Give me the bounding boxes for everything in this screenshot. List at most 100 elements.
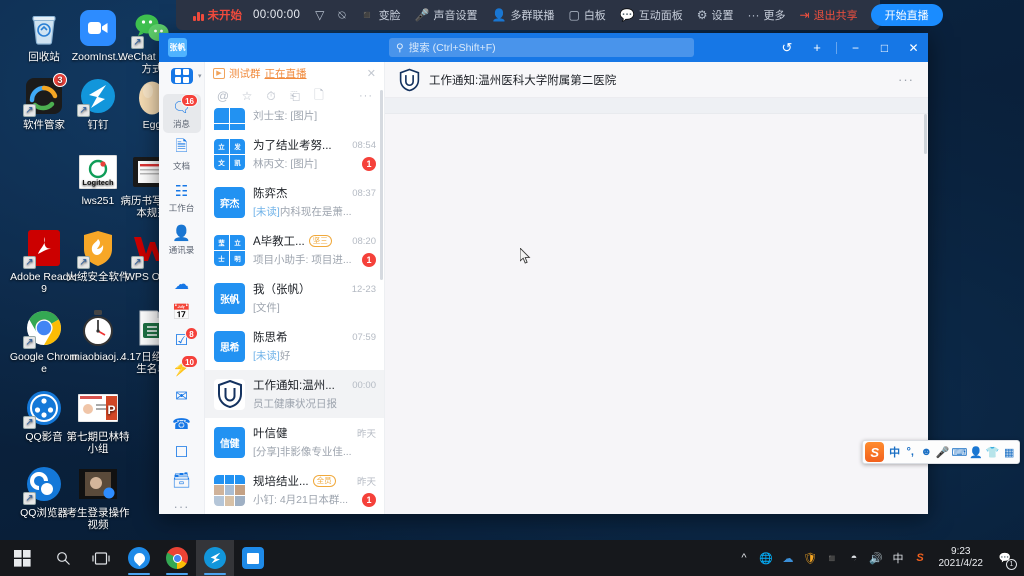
chat-list-item[interactable]: 刘士宝: [图片] [205, 108, 384, 130]
maximize-button[interactable]: □ [870, 33, 899, 62]
rail-app-ding[interactable]: ⚡ 10 [163, 355, 201, 380]
history-icon[interactable]: ↺ [772, 33, 802, 62]
chat-timestamp: 07:59 [352, 331, 376, 343]
plus-icon[interactable]: + [802, 33, 832, 62]
rail-app-calendar[interactable]: 📅 [163, 299, 201, 324]
tray-chevron-icon[interactable]: ^ [737, 551, 752, 566]
chat-item-content: 我（张帆） 12-23 [文件] [253, 281, 376, 315]
camera-icon[interactable]: ◾ [825, 551, 840, 566]
minimize-button[interactable]: − [841, 33, 870, 62]
live-banner-close-icon[interactable]: ✕ [367, 67, 376, 80]
toolbar-broadcast-button[interactable]: 👤 多群联播 [485, 3, 562, 27]
chat-list-scrollbar[interactable] [380, 90, 383, 280]
ime-indicator[interactable]: 中 [891, 551, 906, 566]
toolbar-wifi-button[interactable]: ▽ [308, 3, 331, 27]
huorong-icon[interactable]: 🛡 [803, 551, 818, 566]
rail-app-cloud[interactable]: ☁ [163, 271, 201, 296]
windows-taskbar: ^ 🌐 ☁ 🛡 ◾ ◓ 🔊 中 S 9:23 2021/4/22 💬 1 [0, 540, 1024, 576]
chat-list-item[interactable]: 弈杰 陈弈杰 08:37 [未读]内科现在是萧... [205, 178, 384, 226]
sidebar-item-workbench[interactable]: ☷ 工作台 [163, 178, 201, 217]
task-view-button[interactable] [82, 540, 120, 576]
taskbar-app-qq-browser[interactable] [120, 540, 158, 576]
shortcut-arrow-icon: ↗ [23, 336, 36, 349]
toolbar-record-button[interactable]: ⍉ [331, 3, 352, 27]
chat-list-item[interactable]: 立发文凯为了结业考努... 08:54 林丙文: [图片] 1 [205, 130, 384, 178]
chat-list-item[interactable]: 信健 叶信健 昨天 [分享]非影像专业佳... [205, 418, 384, 466]
toolbar-more-label: 更多 [763, 10, 786, 22]
chat-list-item[interactable]: 思希 陈思希 07:59 [未读]好 [205, 322, 384, 370]
approval-icon: ☐ [174, 444, 189, 461]
message-area[interactable] [385, 114, 928, 514]
sidebar-item-documents[interactable]: 🗎 文档 [163, 136, 201, 175]
user-avatar[interactable]: 张帆 [168, 38, 187, 57]
toolbox-icon[interactable]: ▦ [1001, 443, 1017, 461]
message-scrollbar[interactable] [924, 114, 927, 154]
taskbar-app-dingtalk[interactable] [196, 540, 234, 576]
chinese-mode-icon[interactable]: 中 [887, 443, 902, 461]
phone-filter-icon[interactable]: ⎗ [283, 86, 307, 106]
message-icon: 🗨 16 [172, 93, 198, 116]
chat-list-scroll-area[interactable]: 刘士宝: [图片] 立发文凯为了结业考努... 08:54 林丙文: [图片] 1 弈杰陈… [205, 108, 384, 514]
punctuation-icon[interactable]: °, [903, 443, 918, 461]
at-mention-icon[interactable]: @ [211, 86, 235, 106]
grid-logo-icon[interactable] [170, 68, 202, 84]
taskbar-app-chrome[interactable] [158, 540, 196, 576]
taskbar-search-button[interactable] [44, 540, 82, 576]
close-button[interactable]: ✕ [899, 33, 928, 62]
unread-count-badge: 1 [362, 156, 376, 171]
toolbar-interactive-panel-button[interactable]: 💬 互动面板 [613, 3, 690, 27]
emoji-icon[interactable]: ☻ [919, 443, 935, 461]
notification-center-button[interactable]: 💬 1 [994, 546, 1017, 570]
sidebar-item-contacts[interactable]: 👤 通讯录 [163, 220, 201, 259]
toolbar-camera-label: 变脸 [378, 10, 401, 22]
rail-more-icon[interactable]: ··· [174, 499, 190, 514]
rail-app-drive[interactable]: 🗃 [163, 467, 201, 492]
ding-icon: ⚡ 10 [172, 355, 198, 377]
chat-list-item[interactable]: 张帆 我（张帆） 12-23 [文件] [205, 274, 384, 322]
camera-icon: ◾ [359, 8, 375, 22]
volume-icon[interactable]: 🔊 [869, 551, 884, 566]
network-icon[interactable]: ◓ [847, 551, 862, 566]
rail-app-phone[interactable]: ☎ [163, 411, 201, 436]
clock-icon[interactable]: ⏱ [259, 86, 283, 106]
chat-list-item[interactable]: 规培结业... 全员 昨天 小钉: 4月21日本群... 1 [205, 466, 384, 514]
start-button[interactable] [0, 540, 44, 576]
exit-share-button[interactable]: ⇥ 退出共享 [793, 3, 865, 27]
workbench-icon: ☷ [174, 182, 189, 200]
rail-app-approval[interactable]: ☐ [163, 439, 201, 464]
sogou-logo-icon[interactable]: S [865, 442, 885, 462]
rail-app-checklist[interactable]: ☑ 8 [163, 327, 201, 352]
more-filter-icon[interactable]: ··· [354, 86, 378, 106]
user-icon[interactable]: 👤 [968, 443, 984, 461]
taskbar-clock[interactable]: 9:23 2021/4/22 [935, 546, 988, 570]
search-input[interactable] [408, 41, 687, 54]
ie-icon[interactable]: 🌐 [759, 551, 774, 566]
toolbar-more-button[interactable]: ··· 更多 [741, 3, 793, 27]
skin-icon[interactable]: 👕 [985, 443, 1001, 461]
toolbar-audio-button[interactable]: 🎤 声音设置 [408, 3, 485, 27]
toolbar-settings-button[interactable]: ⚙ 设置 [690, 3, 741, 27]
toolbar-camera-button[interactable]: ◾ 变脸 [353, 3, 408, 27]
desktop-icon-ppt[interactable]: P 第七期巴林特小组 [62, 388, 134, 455]
sidebar-label-contacts: 通讯录 [168, 244, 195, 255]
soft-keyboard-icon[interactable]: ⌨ [952, 443, 968, 461]
toolbar-whiteboard-button[interactable]: ▢ 白板 [561, 3, 612, 27]
conversation-more-icon[interactable]: ··· [898, 72, 914, 87]
voice-input-icon[interactable]: 🎤 [935, 443, 951, 461]
live-banner[interactable]: ▶ 测试群 正在直播 ✕ [205, 62, 384, 84]
chat-list-item[interactable]: 工作通知:温州... 00:00 员工健康状况日报 [205, 370, 384, 418]
star-icon[interactable]: ☆ [235, 86, 259, 106]
desktop-icon-video2[interactable]: 考生登录操作视频 [62, 464, 134, 531]
sogou-cloud-icon[interactable]: ☁ [781, 551, 796, 566]
shortcut-arrow-icon: ↗ [131, 36, 144, 49]
taskbar-app-calendar[interactable] [234, 540, 272, 576]
start-live-button[interactable]: 开始直播 [870, 4, 943, 26]
rail-app-mail[interactable]: ✉ [163, 383, 201, 408]
sidebar-item-messages[interactable]: 🗨 16 消息 [162, 93, 201, 133]
sogou-tray-icon[interactable]: S [913, 551, 928, 566]
doc-filter-icon[interactable]: 🗋 [307, 86, 331, 106]
search-box[interactable]: ⚲ [389, 38, 694, 57]
ellipsis-icon: ··· [747, 8, 760, 22]
messages-badge: 16 [181, 93, 198, 107]
chat-list-item[interactable]: 莹立士明 A毕教工... 坚三 08:20 项目小助手: 项目进... 1 [205, 226, 384, 274]
